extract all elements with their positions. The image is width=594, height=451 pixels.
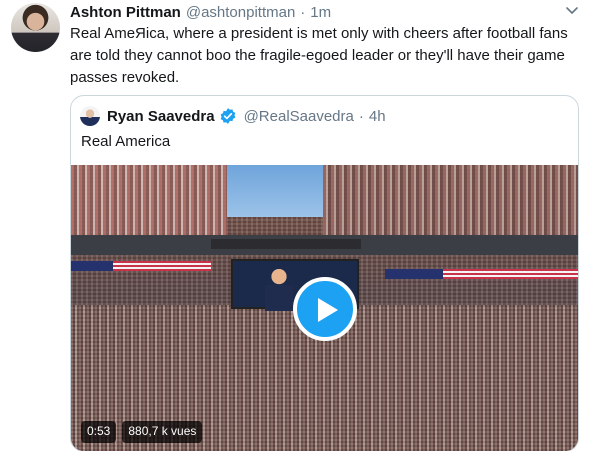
jumbotron-figure bbox=[265, 269, 293, 311]
tweet[interactable]: Ashton Pittman @ashtonpittman · 1m Real … bbox=[0, 0, 594, 451]
stadium-stands-left bbox=[71, 165, 227, 235]
scoreboard-banner bbox=[211, 239, 361, 249]
author-handle[interactable]: @ashtonpittman bbox=[186, 4, 295, 21]
stadium-sky bbox=[227, 165, 323, 217]
quoted-separator-dot: · bbox=[358, 107, 364, 125]
video-duration: 0:53 bbox=[81, 421, 117, 443]
author-name[interactable]: Ashton Pittman bbox=[70, 4, 181, 21]
play-icon bbox=[318, 298, 338, 322]
quoted-author-avatar bbox=[80, 106, 100, 126]
flag-banner-right bbox=[385, 269, 578, 279]
separator-dot: · bbox=[300, 3, 306, 21]
video-view-count: 880,7 k vues bbox=[122, 421, 203, 443]
verified-badge-icon bbox=[220, 108, 235, 124]
chevron-down-icon[interactable] bbox=[565, 6, 579, 16]
video-meta: 0:53 880,7 k vues bbox=[81, 421, 203, 443]
quoted-author-handle: @RealSaavedra bbox=[243, 107, 354, 125]
tweet-timestamp[interactable]: 1m bbox=[310, 4, 331, 21]
quoted-author-name: Ryan Saavedra bbox=[107, 107, 215, 125]
author-avatar[interactable] bbox=[11, 3, 60, 52]
quoted-tweet-header: Ryan Saavedra @RealSaavedra · 4h bbox=[80, 105, 386, 127]
video-player[interactable]: 0:53 880,7 k vues bbox=[71, 165, 578, 451]
stadium-stands-right bbox=[323, 165, 578, 235]
flag-banner-left bbox=[71, 261, 211, 271]
tweet-header: Ashton Pittman @ashtonpittman · 1m bbox=[70, 3, 331, 21]
quoted-tweet-text: Real America bbox=[81, 133, 171, 150]
quoted-tweet-timestamp: 4h bbox=[368, 107, 386, 125]
quoted-tweet[interactable]: Ryan Saavedra @RealSaavedra · 4h Real Am… bbox=[70, 95, 579, 451]
tweet-text: Real AmeЯica, where a president is met o… bbox=[70, 25, 568, 86]
play-button[interactable] bbox=[293, 277, 357, 341]
